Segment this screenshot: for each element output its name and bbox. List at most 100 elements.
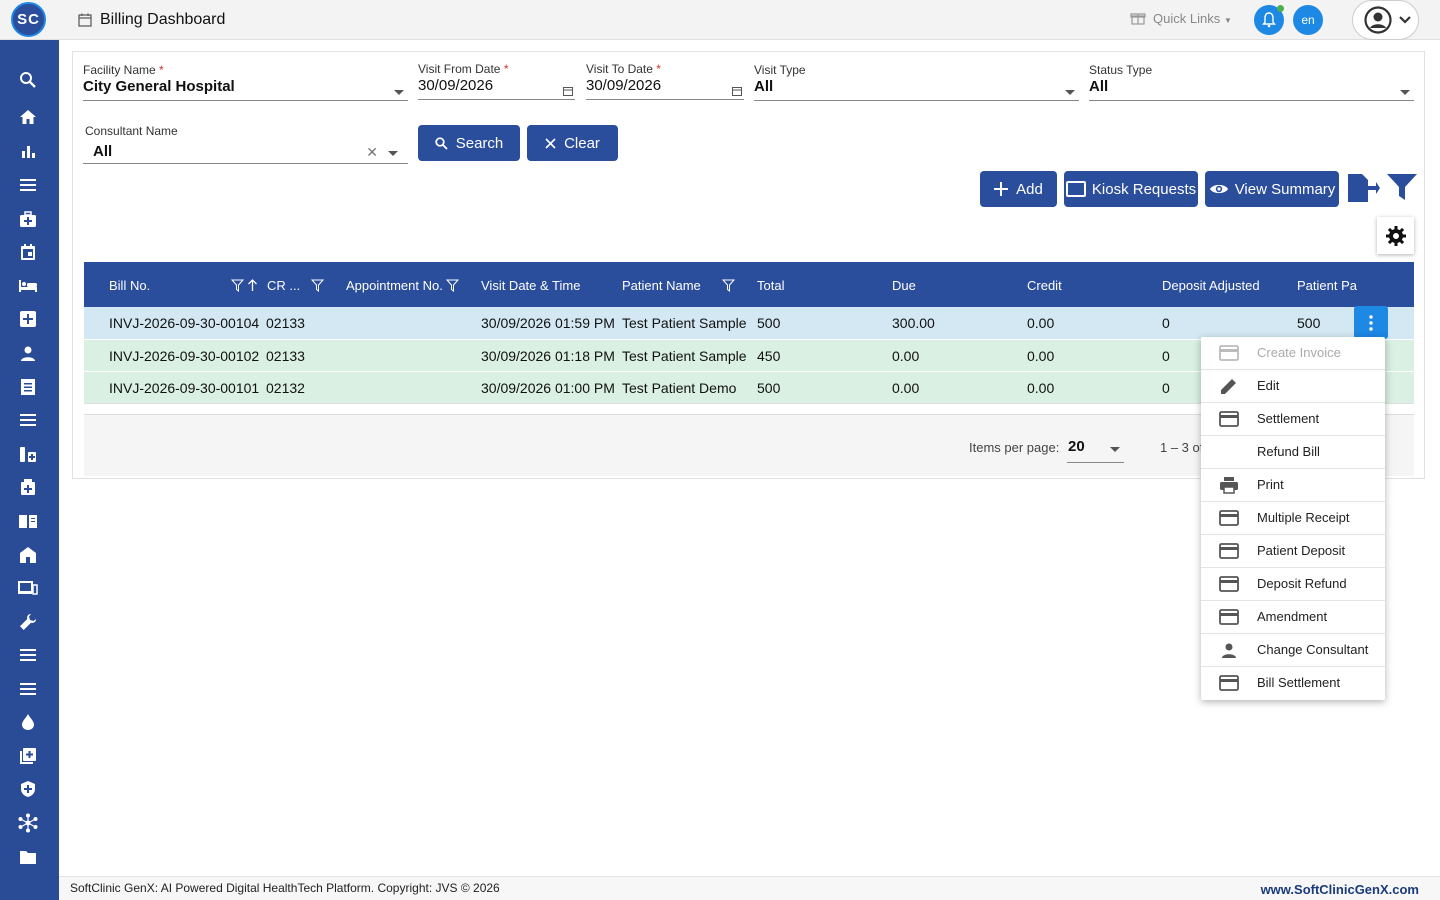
menu-item-create-invoice[interactable]: Create Invoice bbox=[1201, 337, 1385, 370]
menu-item-bill-settlement[interactable]: Bill Settlement bbox=[1201, 667, 1385, 700]
sidebar-item-pharmacy[interactable] bbox=[17, 443, 39, 465]
column-settings-button[interactable] bbox=[1377, 217, 1414, 254]
menu-item-refund-bill[interactable]: Refund Bill bbox=[1201, 436, 1385, 469]
chevron-down-icon[interactable] bbox=[1110, 447, 1120, 452]
gift-icon[interactable] bbox=[1130, 10, 1146, 26]
required-mark: * bbox=[656, 62, 661, 76]
table-row[interactable]: INVJ-2026-09-30-00104 02133 30/09/2026 0… bbox=[84, 307, 1414, 339]
quick-links-menu[interactable]: Quick Links bbox=[1153, 11, 1220, 26]
menu-item-print[interactable]: Print bbox=[1201, 469, 1385, 502]
visit-type-select[interactable]: Visit Type All bbox=[754, 63, 1079, 101]
sidebar-item-hospital[interactable] bbox=[17, 308, 39, 330]
kiosk-requests-button[interactable]: Kiosk Requests bbox=[1064, 171, 1198, 207]
filter-icon[interactable] bbox=[311, 279, 324, 292]
profile-menu[interactable] bbox=[1352, 0, 1419, 40]
sidebar-item-list-2[interactable] bbox=[17, 644, 39, 666]
menu-item-patient-deposit[interactable]: Patient Deposit bbox=[1201, 535, 1385, 568]
clear-button[interactable]: Clear bbox=[527, 125, 618, 161]
sidebar-item-store[interactable] bbox=[17, 544, 39, 566]
consultant-select[interactable]: Consultant Name All ✕ bbox=[83, 124, 408, 164]
sidebar-item-list[interactable] bbox=[17, 409, 39, 431]
calendar-icon[interactable] bbox=[732, 86, 742, 96]
footer-copyright: SoftClinic GenX: AI Powered Digital Heal… bbox=[70, 881, 500, 895]
clear-selection-icon[interactable]: ✕ bbox=[366, 144, 378, 161]
eye-icon bbox=[1209, 184, 1228, 194]
column-header-total[interactable]: Total bbox=[757, 278, 784, 293]
column-header-bill-no[interactable]: Bill No. bbox=[109, 278, 150, 293]
menu-item-multiple-receipt[interactable]: Multiple Receipt bbox=[1201, 502, 1385, 535]
column-header-appointment[interactable]: Appointment No. bbox=[346, 278, 443, 293]
visit-to-date-field[interactable]: Visit To Date * 30/09/2026 bbox=[586, 62, 744, 100]
avatar-icon bbox=[1364, 6, 1392, 34]
menu-item-change-consultant[interactable]: Change Consultant bbox=[1201, 634, 1385, 667]
language-button[interactable]: en bbox=[1293, 5, 1323, 35]
status-type-select[interactable]: Status Type All bbox=[1089, 63, 1414, 101]
view-summary-button[interactable]: View Summary bbox=[1205, 171, 1339, 207]
items-per-page-label: Items per page: bbox=[969, 440, 1060, 455]
card-icon bbox=[1219, 576, 1239, 592]
column-header-visit-date[interactable]: Visit Date & Time bbox=[481, 278, 580, 293]
row-actions-button[interactable] bbox=[1354, 306, 1388, 339]
column-header-patient-name[interactable]: Patient Name bbox=[622, 278, 701, 293]
cell-patient-paid: 500 bbox=[1297, 315, 1321, 331]
sidebar-item-clinical[interactable] bbox=[17, 208, 39, 230]
visit-from-date-field[interactable]: Visit From Date * 30/09/2026 bbox=[418, 62, 575, 100]
sidebar-item-ipd[interactable] bbox=[17, 275, 39, 297]
column-header-due[interactable]: Due bbox=[892, 278, 916, 293]
column-header-cr[interactable]: CR ... bbox=[267, 278, 300, 293]
sort-arrow-icon[interactable] bbox=[246, 279, 259, 292]
column-header-patient-paid[interactable]: Patient Pa bbox=[1297, 278, 1357, 293]
add-button[interactable]: Add bbox=[980, 171, 1057, 207]
list-icon bbox=[20, 649, 36, 661]
card-icon bbox=[1219, 510, 1239, 526]
visit-to-value: 30/09/2026 bbox=[586, 77, 662, 94]
sidebar-item-search[interactable] bbox=[17, 69, 39, 91]
sidebar-item-patients[interactable] bbox=[17, 342, 39, 364]
add-button-label: Add bbox=[1016, 180, 1043, 198]
column-header-deposit-adjusted[interactable]: Deposit Adjusted bbox=[1162, 278, 1260, 293]
notification-dot bbox=[1277, 5, 1284, 12]
export-icon[interactable] bbox=[1346, 172, 1380, 204]
filter-icon[interactable] bbox=[722, 279, 735, 292]
cell-patient-name: Test Patient Sample bbox=[622, 348, 747, 364]
sidebar-item-network[interactable] bbox=[17, 812, 39, 834]
sidebar-item-reports[interactable] bbox=[17, 140, 39, 162]
sidebar-item-menu[interactable] bbox=[17, 174, 39, 196]
filter-icon[interactable] bbox=[446, 279, 459, 292]
cell-patient-name: Test Patient Demo bbox=[622, 380, 737, 396]
medical-bag-icon bbox=[20, 211, 36, 227]
sidebar-item-home[interactable] bbox=[17, 106, 39, 128]
sidebar-item-billing[interactable] bbox=[17, 376, 39, 398]
visit-type-value: All bbox=[754, 78, 774, 95]
devices-icon bbox=[18, 581, 38, 595]
sidebar-item-tools[interactable] bbox=[17, 611, 39, 633]
sidebar-item-library[interactable] bbox=[17, 510, 39, 532]
items-per-page-select[interactable]: 20 bbox=[1068, 438, 1085, 455]
sidebar-item-security[interactable] bbox=[17, 778, 39, 800]
cell-visit-date: 30/09/2026 01:00 PM bbox=[481, 380, 615, 396]
filter-icon[interactable] bbox=[231, 279, 244, 292]
app-logo[interactable]: SC bbox=[11, 2, 46, 37]
facility-select[interactable]: Facility Name * City General Hospital bbox=[83, 63, 408, 101]
calendar-icon[interactable] bbox=[563, 86, 573, 96]
cell-bill-no: INVJ-2026-09-30-00101 bbox=[109, 380, 260, 396]
menu-item-edit[interactable]: Edit bbox=[1201, 370, 1385, 403]
footer-website-link[interactable]: www.SoftClinicGenX.com bbox=[1261, 882, 1419, 897]
cell-cr: 02132 bbox=[266, 380, 305, 396]
sidebar-item-medical-kit[interactable] bbox=[17, 476, 39, 498]
sidebar-item-add[interactable] bbox=[17, 745, 39, 767]
sidebar-item-blood-bank[interactable] bbox=[17, 711, 39, 733]
card-icon bbox=[1219, 345, 1239, 361]
menu-item-amendment[interactable]: Amendment bbox=[1201, 601, 1385, 634]
sidebar-item-calendar[interactable] bbox=[17, 241, 39, 263]
menu-item-settlement[interactable]: Settlement bbox=[1201, 403, 1385, 436]
filter-icon[interactable] bbox=[1386, 172, 1418, 202]
search-button[interactable]: Search bbox=[418, 125, 520, 161]
sidebar-item-list-3[interactable] bbox=[17, 678, 39, 700]
chevron-down-icon bbox=[1399, 16, 1411, 24]
sidebar-item-devices[interactable] bbox=[17, 577, 39, 599]
menu-item-deposit-refund[interactable]: Deposit Refund bbox=[1201, 568, 1385, 601]
status-type-label: Status Type bbox=[1089, 63, 1153, 77]
column-header-credit[interactable]: Credit bbox=[1027, 278, 1062, 293]
sidebar-item-folder[interactable] bbox=[17, 846, 39, 868]
